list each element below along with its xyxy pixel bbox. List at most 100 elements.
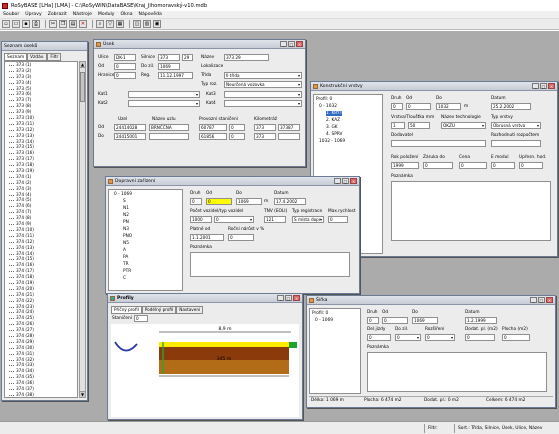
nazev-field[interactable]: 373 29 [224, 54, 269, 61]
datum-field[interactable]: 25.2.2002 [491, 103, 531, 110]
druh-field[interactable]: 0 [391, 103, 403, 110]
nav-tab-filtr[interactable]: Filtr [47, 53, 62, 61]
nav-window-titlebar[interactable]: Seznam úseků [2, 42, 87, 51]
tree-item[interactable]: 3. GK [326, 125, 338, 130]
poznamka-textarea[interactable] [190, 252, 350, 277]
km-do-field[interactable]: 373 [254, 133, 276, 140]
typ-vozidel-select[interactable]: 0 [214, 216, 254, 223]
trida-select[interactable]: II třída [224, 72, 302, 79]
tree-item[interactable]: S [123, 199, 126, 204]
new-icon[interactable]: ▫ [2, 20, 10, 28]
menu-item[interactable]: Soubor [3, 12, 19, 17]
uzel-do-field[interactable]: 24415001 [114, 133, 146, 140]
platne-field[interactable]: 1.1.2001 [190, 234, 224, 241]
save-icon[interactable]: ▪ [22, 20, 30, 28]
print-icon[interactable]: ⎙ [32, 20, 40, 28]
rocni-field[interactable]: 0 [228, 234, 254, 241]
plocha-field[interactable]: 0 [502, 334, 530, 341]
map-icon[interactable]: ◫ [133, 20, 141, 28]
minimize-icon[interactable]: _ [530, 297, 537, 303]
silnice-field[interactable]: 373 [158, 54, 180, 61]
grid-icon[interactable]: ▦ [116, 20, 124, 28]
filter-icon[interactable]: ▽ [106, 20, 114, 28]
maximize-icon[interactable]: □ [342, 178, 349, 184]
rozrovnaci-field[interactable] [491, 140, 541, 147]
tree-item[interactable]: N2 [123, 213, 129, 218]
dodavatel-field[interactable] [391, 140, 486, 147]
poznamka-textarea[interactable] [367, 352, 547, 392]
uzel-od-field[interactable]: 24414028 [114, 124, 146, 131]
minimize-icon[interactable]: _ [280, 41, 287, 47]
tloustka-field[interactable]: 50 [408, 122, 430, 129]
do-field[interactable]: 1069 [158, 63, 180, 70]
menu-item[interactable]: Zobrazit [48, 12, 67, 17]
usek-window-titlebar[interactable]: Úsek _ □ × [94, 40, 305, 49]
tree-item[interactable]: 1032 - 1069 [319, 139, 345, 144]
konstrukce-window-titlebar[interactable]: Konstrukční vrstvy _ □ × [311, 82, 557, 91]
nazuzlu-do-field[interactable] [149, 133, 189, 140]
nav-scrollbar[interactable]: ▲ ▼ [79, 61, 86, 398]
emodul-field[interactable]: 0 [491, 162, 515, 169]
tree-item[interactable]: 4. SPRV [326, 132, 342, 137]
do-field[interactable]: 1069 [412, 317, 438, 324]
tab-pricny[interactable]: Příčný profil [111, 306, 142, 314]
close-icon[interactable]: × [546, 297, 553, 303]
maximize-icon[interactable]: □ [285, 295, 292, 301]
vrstva-field[interactable]: 1 [391, 122, 405, 129]
tree-item[interactable]: PNO [123, 234, 132, 239]
tree-item[interactable]: Profil: 0 [312, 311, 328, 316]
menu-item[interactable]: Okna [121, 12, 133, 17]
rozsireni-select[interactable]: 0 [425, 334, 455, 341]
nazuzlu-od-field[interactable]: BRNČČNA [149, 124, 189, 131]
od-field[interactable]: 0 [206, 198, 232, 205]
kat3-select[interactable] [224, 91, 302, 98]
calc-icon[interactable]: ▣ [153, 20, 161, 28]
report-icon[interactable]: ▥ [143, 20, 151, 28]
do2-select[interactable]: 0 [395, 334, 421, 341]
od-field[interactable]: 0 [382, 317, 408, 324]
close-icon[interactable]: × [350, 178, 357, 184]
copy-icon[interactable]: ❐ [59, 20, 67, 28]
dodat-field[interactable]: 0 [465, 334, 495, 341]
sirka-window-titlebar[interactable]: Šířka _ □ × [307, 296, 555, 305]
maximize-icon[interactable]: □ [538, 297, 545, 303]
tree-item[interactable]: TR [123, 262, 129, 267]
close-icon[interactable]: × [296, 41, 303, 47]
minimize-icon[interactable]: _ [277, 295, 284, 301]
prov-od-field[interactable]: 60787 [199, 124, 227, 131]
scroll-up-icon[interactable]: ▲ [80, 62, 85, 68]
tree-item[interactable]: 0 - 1069 [315, 318, 333, 323]
menu-item[interactable]: Nápověda [139, 12, 162, 17]
maximize-icon[interactable]: □ [288, 41, 295, 47]
scroll-down-icon[interactable]: ▼ [80, 391, 85, 397]
close-icon[interactable]: × [548, 83, 555, 89]
typroz-select[interactable]: Neurčená vozovka [224, 81, 302, 88]
kat1-select[interactable] [128, 91, 200, 98]
tree-item[interactable]: N5 [123, 241, 129, 246]
tree-item[interactable]: 0 - 1069 [114, 192, 132, 197]
tnv-field[interactable]: 121 [264, 216, 286, 223]
profily-window-titlebar[interactable]: Profily _ □ × [108, 294, 302, 303]
druh-field[interactable]: 0 [367, 317, 379, 324]
nav-tab-vzdav[interactable]: Vzdáv. [27, 53, 48, 61]
hranice-field[interactable]: 0 [114, 72, 136, 79]
tree-item[interactable]: 0 - 1032 [319, 104, 337, 109]
typ-vrstvy-select[interactable]: Obrusná vrstva [491, 122, 541, 129]
find-icon[interactable]: ⌕ [96, 20, 104, 28]
nav-tab-seznam[interactable]: Seznam [4, 53, 28, 61]
km-od-field[interactable]: 373 [254, 124, 276, 131]
typ-registrace-select[interactable]: S místa dopr [292, 216, 324, 223]
tree-item[interactable]: N1 [123, 206, 129, 211]
tree-item[interactable]: N3 [123, 227, 129, 232]
technologie-select[interactable]: OKZU [441, 122, 486, 129]
km-do2-field[interactable] [278, 133, 300, 140]
tree-item[interactable]: PN [123, 220, 129, 225]
tree-item[interactable]: PTR [123, 269, 131, 274]
druh-field[interactable]: 0 [190, 198, 202, 205]
tree-item[interactable]: A [123, 248, 126, 253]
do-field[interactable]: 1069 [236, 198, 262, 205]
dopravni-tree[interactable]: 0 - 1069 S N1 N2 PN N3 PNO N5 A PA TR PT… [108, 189, 183, 291]
minimize-icon[interactable]: _ [334, 178, 341, 184]
poznamka-textarea[interactable] [391, 181, 551, 241]
close-icon[interactable]: × [293, 295, 300, 301]
